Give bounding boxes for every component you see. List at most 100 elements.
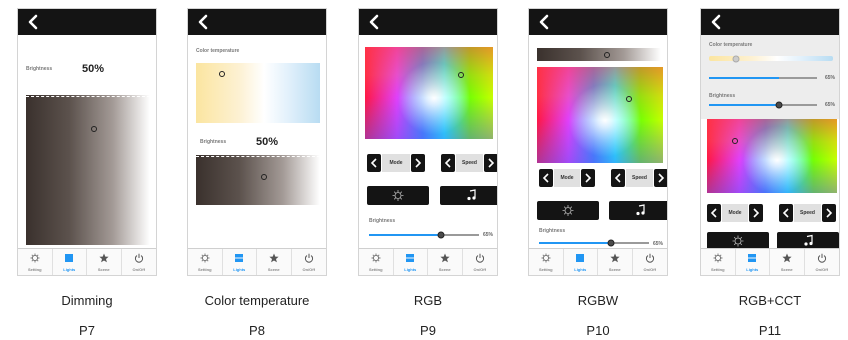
tab-lights[interactable]: Lights bbox=[736, 249, 770, 275]
bottom-tab-bar: Setting Lights Scene On/Off bbox=[359, 248, 497, 275]
tab-onoff[interactable]: On/Off bbox=[633, 249, 668, 275]
color-picker-handle[interactable] bbox=[91, 126, 97, 132]
tab-scene[interactable]: Scene bbox=[87, 249, 122, 275]
tab-setting[interactable]: Setting bbox=[359, 249, 394, 275]
color-temperature-panel[interactable] bbox=[196, 63, 320, 123]
mode-next-button[interactable] bbox=[581, 169, 595, 187]
mode-label: Mode bbox=[554, 169, 580, 187]
star-icon bbox=[782, 253, 792, 263]
brightness-slider-knob[interactable] bbox=[607, 239, 614, 247]
brightness-slider-fill bbox=[369, 234, 441, 236]
tab-label: Lights bbox=[233, 267, 246, 272]
power-icon bbox=[475, 253, 484, 263]
top-bar bbox=[529, 9, 667, 35]
tab-setting[interactable]: Setting bbox=[18, 249, 53, 275]
speed-next-button[interactable] bbox=[484, 154, 497, 172]
back-button[interactable] bbox=[707, 12, 727, 32]
tab-label: Setting bbox=[538, 267, 553, 272]
color-picker-handle[interactable] bbox=[458, 72, 464, 78]
tab-lights[interactable]: Lights bbox=[53, 249, 87, 275]
tab-label: On/Off bbox=[132, 267, 145, 272]
phone-screen-rgb-cct: Color temperature 65% Brightness 65% Mod… bbox=[700, 8, 840, 276]
brightness-label: Brightness bbox=[200, 139, 227, 145]
brightness-percent: 65% bbox=[483, 232, 494, 238]
music-button[interactable] bbox=[440, 186, 497, 205]
brightness-percent: 65% bbox=[825, 102, 836, 108]
music-note-icon bbox=[467, 189, 476, 201]
rgb-color-wheel[interactable] bbox=[365, 47, 493, 139]
tab-scene[interactable]: Scene bbox=[257, 249, 292, 275]
phone-screen-dimming: Brightness 50% Setting Lights Scene On/O… bbox=[17, 8, 157, 276]
chevron-right-icon bbox=[658, 173, 665, 183]
color-picker-handle[interactable] bbox=[626, 96, 632, 102]
chevron-left-icon bbox=[710, 208, 717, 218]
mode-next-button[interactable] bbox=[749, 204, 763, 222]
sun-icon bbox=[562, 205, 574, 216]
color-temperature-slider[interactable] bbox=[709, 77, 817, 79]
speed-prev-button[interactable] bbox=[441, 154, 455, 172]
chevron-left-icon bbox=[28, 14, 38, 30]
screen-caption-rgb-cct: RGB+CCT bbox=[738, 293, 802, 308]
rgb-color-wheel[interactable] bbox=[537, 67, 663, 163]
tab-label: Scene bbox=[267, 267, 280, 272]
tab-label: Lights bbox=[63, 267, 76, 272]
phone-screen-rgb: Mode Speed Brightness 65% Setting Lights… bbox=[358, 8, 498, 276]
rgb-color-wheel[interactable] bbox=[707, 119, 837, 193]
brightness-label: Brightness bbox=[709, 93, 736, 99]
lights-icon bbox=[235, 254, 244, 262]
speed-next-button[interactable] bbox=[654, 169, 667, 187]
mode-prev-button[interactable] bbox=[367, 154, 381, 172]
white-level-bar[interactable] bbox=[537, 48, 661, 61]
tab-scene[interactable]: Scene bbox=[428, 249, 463, 275]
lights-icon bbox=[576, 254, 585, 262]
tab-scene[interactable]: Scene bbox=[598, 249, 633, 275]
tab-lights[interactable]: Lights bbox=[223, 249, 257, 275]
chevron-right-icon bbox=[753, 208, 760, 218]
dimming-boundary-line bbox=[196, 156, 320, 157]
bottom-tab-bar: Setting Lights Scene On/Off bbox=[18, 248, 156, 275]
dimming-color-panel[interactable] bbox=[26, 95, 150, 245]
screen-caption-rgbw: RGBW bbox=[577, 293, 619, 308]
tab-onoff[interactable]: On/Off bbox=[805, 249, 840, 275]
tab-setting[interactable]: Setting bbox=[701, 249, 736, 275]
back-button[interactable] bbox=[365, 12, 385, 32]
speed-prev-button[interactable] bbox=[611, 169, 625, 187]
brightness-slider-knob[interactable] bbox=[437, 231, 444, 239]
back-button[interactable] bbox=[535, 12, 555, 32]
gear-icon bbox=[30, 253, 40, 263]
effect-button[interactable] bbox=[537, 201, 599, 220]
tab-scene[interactable]: Scene bbox=[770, 249, 805, 275]
color-temperature-strip[interactable] bbox=[709, 55, 833, 63]
color-picker-handle[interactable] bbox=[219, 71, 225, 77]
brightness-slider[interactable] bbox=[539, 239, 649, 247]
brightness-label: Brightness bbox=[539, 228, 566, 234]
mode-prev-button[interactable] bbox=[539, 169, 553, 187]
color-picker-handle[interactable] bbox=[604, 52, 610, 58]
tab-lights[interactable]: Lights bbox=[564, 249, 598, 275]
color-picker-handle[interactable] bbox=[732, 138, 738, 144]
dimming-color-panel[interactable] bbox=[196, 155, 320, 205]
page-number-rgb: P9 bbox=[420, 323, 436, 338]
tab-onoff[interactable]: On/Off bbox=[292, 249, 327, 275]
tab-lights[interactable]: Lights bbox=[394, 249, 428, 275]
speed-next-button[interactable] bbox=[822, 204, 836, 222]
tab-onoff[interactable]: On/Off bbox=[122, 249, 157, 275]
tab-setting[interactable]: Setting bbox=[529, 249, 564, 275]
brightness-slider[interactable] bbox=[369, 231, 479, 239]
brightness-slider[interactable] bbox=[709, 101, 817, 109]
bottom-tab-bar: Setting Lights Scene On/Off bbox=[701, 248, 839, 275]
back-button[interactable] bbox=[194, 12, 214, 32]
color-temperature-knob[interactable] bbox=[732, 55, 740, 63]
tab-onoff[interactable]: On/Off bbox=[463, 249, 498, 275]
tab-setting[interactable]: Setting bbox=[188, 249, 223, 275]
mode-prev-button[interactable] bbox=[707, 204, 721, 222]
brightness-slider-knob[interactable] bbox=[775, 101, 783, 109]
brightness-label: Brightness bbox=[26, 66, 53, 72]
speed-prev-button[interactable] bbox=[779, 204, 793, 222]
mode-next-button[interactable] bbox=[411, 154, 425, 172]
gear-icon bbox=[541, 253, 551, 263]
color-picker-handle[interactable] bbox=[261, 174, 267, 180]
music-button[interactable] bbox=[609, 201, 667, 220]
effect-button[interactable] bbox=[367, 186, 429, 205]
back-button[interactable] bbox=[24, 12, 44, 32]
